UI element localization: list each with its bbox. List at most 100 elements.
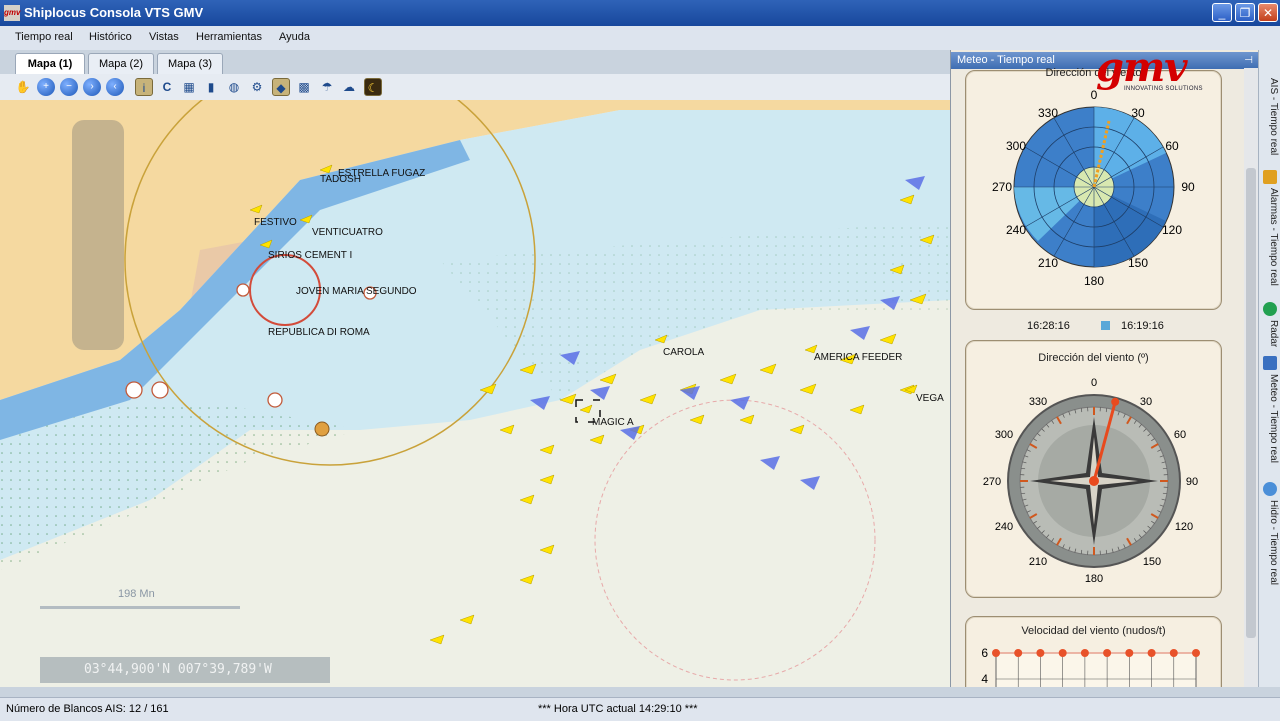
scale-bar: 198 Mn: [40, 588, 240, 609]
wind-speed-point: [1036, 649, 1044, 657]
wind-direction-compass: 0 30 60 90 120 150 180 210 240 270 300 3…: [966, 341, 1221, 597]
meteo-panel: Meteo - Tiempo real ⊣ Dirección del vien…: [950, 50, 1259, 687]
polar-tick: 300: [1006, 139, 1026, 153]
vessel-label[interactable]: JOVEN MARIA SEGUNDO: [296, 286, 417, 297]
cursor-coordinates: 03°44,900'N 007°39,789'W: [40, 657, 330, 683]
logo-word: gmv: [1096, 44, 1187, 91]
zoom-in-globe-icon[interactable]: +: [37, 78, 55, 96]
globe-back-icon[interactable]: ‹: [106, 78, 124, 96]
app-icon: gmv: [4, 5, 20, 21]
polar-tick: 330: [1038, 106, 1058, 120]
compass-tick: 300: [995, 429, 1013, 441]
weather-icon[interactable]: ☁: [340, 78, 358, 96]
polar-plot: 0 30 60 90 120 150 180 210 240 270 300 3…: [966, 71, 1221, 309]
maximize-button[interactable]: ❐: [1235, 3, 1255, 22]
ais-target-count: Número de Blancos AIS: 12 / 161: [6, 703, 169, 715]
compass-tick: 330: [1029, 396, 1047, 408]
wind-speed-point: [1014, 649, 1022, 657]
menu-tiempo-real[interactable]: Tiempo real: [15, 31, 73, 43]
mooring-buoy: [315, 422, 329, 436]
wind-speed-point: [1081, 649, 1089, 657]
utc-clock: *** Hora UTC actual 14:29:10 ***: [538, 703, 698, 715]
logo-tagline: INNOVATING SOLUTIONS: [1124, 86, 1203, 92]
menu-historico[interactable]: Histórico: [89, 31, 132, 43]
vessel-label[interactable]: VENTICUATRO: [312, 227, 383, 238]
speed-axis-tick: 6: [981, 646, 988, 660]
column-icon[interactable]: ▮: [202, 78, 220, 96]
wind-speed-point: [1103, 649, 1111, 657]
speed-axis-tick: 4: [981, 672, 988, 686]
chart-icon[interactable]: ▦: [180, 78, 198, 96]
close-button[interactable]: ✕: [1258, 3, 1278, 22]
scale-label: 198 Mn: [118, 588, 155, 600]
rain-icon[interactable]: ☂: [318, 78, 336, 96]
tab-mapa-3[interactable]: Mapa (3): [157, 53, 223, 74]
vessel-label[interactable]: AMERICA FEEDER: [814, 352, 902, 363]
globe-icon[interactable]: ›: [83, 78, 101, 96]
wind-direction-compass-card: Dirección del viento (º) 0 30 60 90 120 …: [965, 340, 1222, 598]
menu-ayuda[interactable]: Ayuda: [279, 31, 310, 43]
nautical-chart[interactable]: ESTRELLA FUGAZ TADOSH FESTIVO VENTICUATR…: [0, 100, 950, 687]
night-mode-icon[interactable]: ☾: [364, 78, 382, 96]
refresh-icon[interactable]: C: [158, 78, 176, 96]
polar-tick: 60: [1165, 139, 1179, 153]
polar-tick: 150: [1128, 256, 1148, 270]
wind-speed-point: [1148, 649, 1156, 657]
title-bar: gmv Shiplocus Consola VTS GMV _ ❐ ✕: [0, 0, 1280, 26]
wind-speed-point: [1059, 649, 1067, 657]
vessel-label[interactable]: FESTIVO: [254, 217, 297, 228]
meteo-scrollbar[interactable]: [1244, 68, 1258, 687]
zoom-slider: [72, 120, 124, 350]
polar-tick: 270: [992, 180, 1012, 194]
wind-speed-point: [1170, 649, 1178, 657]
polar-tick: 240: [1006, 223, 1026, 237]
wind-direction-needle-tip: [1111, 398, 1119, 406]
map-tabs: Mapa (1) Mapa (2) Mapa (3): [0, 50, 950, 74]
radar-icon: [1263, 302, 1277, 316]
tab-mapa-2[interactable]: Mapa (2): [88, 53, 154, 74]
wind-speed-point: [1192, 649, 1200, 657]
polar-tick: 90: [1181, 180, 1195, 194]
compass-tick: 60: [1174, 429, 1186, 441]
hand-icon[interactable]: ✋: [14, 78, 32, 96]
menu-vistas[interactable]: Vistas: [149, 31, 179, 43]
wind-speed-title: Velocidad del viento (nudos/t): [966, 625, 1221, 637]
scrollbar-thumb[interactable]: [1246, 168, 1256, 638]
dock-tab-radar[interactable]: Radar: [1261, 320, 1279, 347]
legend-swatch: [1101, 321, 1110, 330]
vessel-label[interactable]: REPUBLICA DI ROMA: [268, 327, 370, 338]
dock-tab-meteo[interactable]: Meteo - Tiempo real: [1261, 374, 1279, 463]
minimize-button[interactable]: _: [1212, 3, 1232, 22]
measure-icon[interactable]: ◆: [272, 78, 290, 96]
map-toolbar: ✋ + − › ‹ i C ▦ ▮ ◍ ⚙ ◆ ▩ ☂ ☁ ☾: [0, 74, 950, 100]
time-start-label: 16:28:16: [1027, 320, 1070, 332]
wind-speed-point: [1125, 649, 1133, 657]
wind-speed-point: [992, 649, 1000, 657]
compass-tick: 210: [1029, 556, 1047, 568]
vessel-label[interactable]: CAROLA: [663, 347, 704, 358]
globe-small-icon[interactable]: ◍: [225, 78, 243, 96]
pin-icon[interactable]: ⊣: [1238, 52, 1253, 69]
tab-mapa-1[interactable]: Mapa (1): [15, 53, 85, 74]
meteo-panel-title: Meteo - Tiempo real: [957, 54, 1055, 66]
grid-icon[interactable]: ▩: [295, 78, 313, 96]
vessel-label[interactable]: MAGIC A: [592, 417, 634, 428]
time-end-label: 16:19:16: [1121, 320, 1164, 332]
dock-tab-alarmas[interactable]: Alarmas - Tiempo real: [1261, 188, 1279, 286]
compass-tick: 240: [995, 521, 1013, 533]
dock-tab-hidro[interactable]: Hidro - Tiempo real: [1261, 500, 1279, 585]
zoom-globe-icon[interactable]: −: [60, 78, 78, 96]
layers-icon[interactable]: ⚙: [248, 78, 266, 96]
gmv-logo: gmv INNOVATING SOLUTIONS: [1092, 44, 1212, 100]
compass-tick: 180: [1085, 573, 1103, 585]
info-icon[interactable]: i: [135, 78, 153, 96]
vessel-label[interactable]: VEGA: [916, 393, 944, 404]
dock-tab-ais[interactable]: AIS - Tiempo real: [1261, 78, 1279, 155]
vessel-label[interactable]: SIRIOS CEMENT I: [268, 250, 352, 261]
compass-tick: 0: [1091, 377, 1097, 389]
alarm-icon: [1263, 170, 1277, 184]
compass-tick: 30: [1140, 396, 1152, 408]
menu-herramientas[interactable]: Herramientas: [196, 31, 262, 43]
vessel-label[interactable]: TADOSH: [320, 174, 361, 185]
status-bar: Número de Blancos AIS: 12 / 161 *** Hora…: [0, 697, 1280, 721]
